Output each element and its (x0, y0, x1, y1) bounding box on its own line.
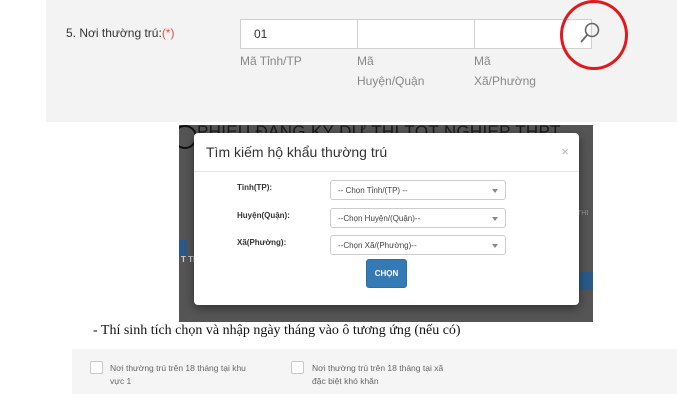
chevron-down-icon (492, 244, 498, 248)
ward-select-value: --Chọn Xã/(Phường)-- (338, 241, 417, 250)
magnifier-icon[interactable] (579, 20, 603, 46)
select-button[interactable]: CHỌN (366, 259, 407, 288)
ward-code-caption: Mã Xã/Phường (474, 54, 536, 88)
disadvantaged-commune-checkbox[interactable] (291, 361, 304, 374)
area-1-checkbox-label: Nơi thường trú trên 18 tháng tại khu vực … (110, 363, 246, 386)
province-code-caption: Mã Tỉnh/TP (240, 54, 302, 68)
background-button (579, 272, 593, 290)
ward-label: Xã(Phường): (237, 238, 287, 247)
modal-title: Tìm kiếm hộ khẩu thường trú (206, 144, 388, 160)
area-1-checkbox[interactable] (90, 361, 103, 374)
address-field-label: 5. Nơi thường trú:(*) (66, 26, 175, 40)
district-code-caption: Mã Huyện/Quận (357, 54, 425, 88)
province-label: Tỉnh(TP): (237, 183, 273, 192)
disadvantaged-commune-checkbox-label: Nơi thường trú trên 18 tháng tại xã đặc b… (312, 363, 444, 386)
search-residence-modal: Tìm kiếm hộ khẩu thường trú × Tỉnh(TP): … (194, 133, 579, 305)
modal-divider (194, 171, 579, 172)
province-select[interactable]: -- Chọn Tỉnh/(TP) -- (330, 180, 506, 200)
ward-select[interactable]: --Chọn Xã/(Phường)-- (330, 235, 506, 255)
checkbox-panel: Nơi thường trú trên 18 tháng tại khu vực … (72, 349, 677, 394)
required-mark: (*) (161, 26, 175, 40)
province-select-value: -- Chọn Tỉnh/(TP) -- (338, 186, 408, 195)
district-select[interactable]: --Chọn Huyện/(Quận)-- (330, 208, 506, 228)
background-button (179, 240, 187, 256)
instruction-text: - Thí sinh tích chọn và nhập ngày tháng … (93, 323, 461, 338)
chevron-down-icon (492, 217, 498, 221)
close-icon[interactable]: × (561, 144, 569, 159)
district-code-input[interactable] (357, 19, 475, 49)
district-label: Huyện(Quận): (237, 211, 290, 220)
chevron-down-icon (492, 189, 498, 193)
province-code-input[interactable]: 01 (240, 19, 358, 49)
district-select-value: --Chọn Huyện/(Quận)-- (338, 214, 421, 223)
